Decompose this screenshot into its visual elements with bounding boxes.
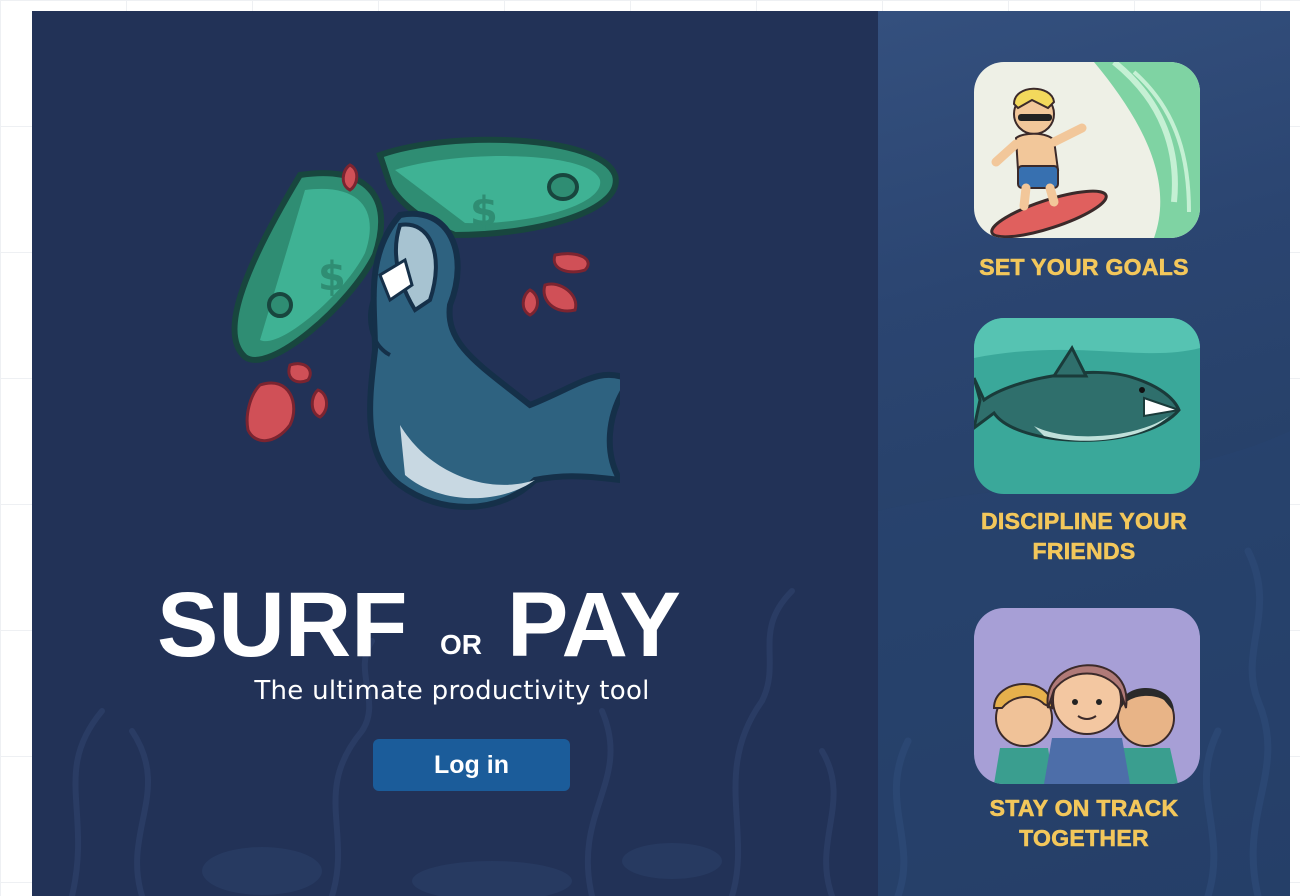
shark-icon	[974, 318, 1200, 494]
tagline: The ultimate productivity tool	[254, 676, 650, 706]
brand-word-surf: SURF	[157, 574, 407, 666]
login-button[interactable]: Log in	[373, 739, 570, 791]
brand-word-pay: PAY	[507, 574, 681, 666]
feature-label-together: Stay on track together	[989, 795, 1179, 852]
friends-group-icon	[974, 608, 1200, 784]
svg-text:$: $	[318, 254, 346, 300]
hero-panel: $ $ SURF OR PAY The ultimate productivit…	[32, 11, 878, 896]
feature-card-goals	[974, 62, 1200, 238]
app-window: $ $ SURF OR PAY The ultimate productivit…	[32, 11, 1290, 896]
shark-biting-surfboard-illustration: $ $	[231, 136, 620, 510]
feature-label-discipline: Discipline your friends	[981, 508, 1187, 565]
brand-connector: OR	[440, 629, 482, 660]
feature-card-together	[974, 608, 1200, 784]
features-panel: Set your goals Discipline your friends	[878, 11, 1290, 896]
brand-title: SURF OR PAY	[157, 574, 681, 666]
feature-label-goals: Set your goals	[979, 254, 1189, 281]
surfer-icon	[974, 62, 1200, 238]
svg-text:$: $	[470, 189, 498, 235]
feature-card-discipline	[974, 318, 1200, 494]
surfboard-left-half-icon: $	[231, 170, 385, 363]
